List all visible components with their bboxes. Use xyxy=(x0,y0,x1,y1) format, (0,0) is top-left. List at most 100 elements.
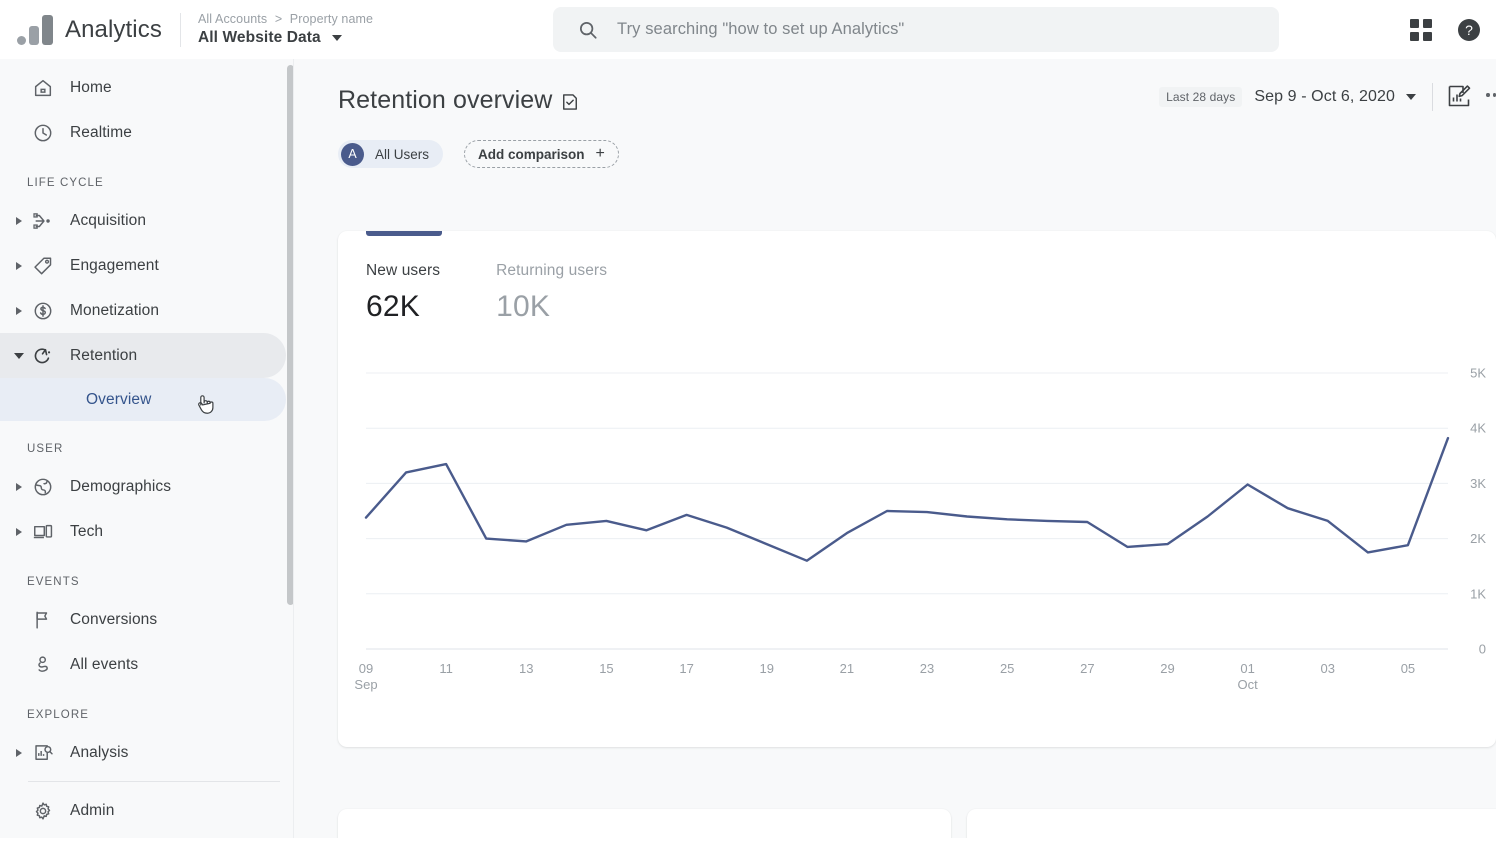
sidebar-item-retention[interactable]: Retention xyxy=(0,333,286,378)
date-range-badge: Last 28 days xyxy=(1159,87,1243,107)
sidebar-item-retention-overview[interactable]: Overview xyxy=(0,378,286,421)
sidebar-item-tech[interactable]: Tech xyxy=(0,509,286,554)
sidebar-item-label: Conversions xyxy=(70,610,158,628)
x-axis-tick-label: Oct xyxy=(1238,677,1259,692)
document-check-icon[interactable] xyxy=(560,92,580,112)
devices-icon xyxy=(31,520,55,544)
sidebar-divider xyxy=(28,781,280,782)
page-title: Retention overview xyxy=(338,86,553,114)
metric-tab-new-users[interactable]: New users 62K xyxy=(366,262,440,324)
comparison-chip-row: A All Users Add comparison + xyxy=(338,140,619,168)
breadcrumb-property: Property name xyxy=(289,12,374,26)
comparison-chip-label: All Users xyxy=(375,146,430,162)
mouse-cursor xyxy=(198,395,214,414)
main-content: Retention overview A All Users Add compa… xyxy=(294,59,1496,842)
line-chart-plot[interactable]: 0 1K 2K 3K 4K 5K 09Sep 11 13 15 17 19 21 23 25 27 29 01Oc… xyxy=(338,351,1496,747)
account-selector[interactable]: All Accounts > Property name All Website… xyxy=(198,12,373,47)
y-axis-tick-label: 3K xyxy=(1470,476,1486,491)
analytics-app: Analytics All Accounts > Property name A… xyxy=(0,0,1496,842)
x-axis-tick-label: 29 xyxy=(1160,661,1174,676)
sidebar-item-analysis[interactable]: Analysis xyxy=(0,730,286,775)
sidebar-item-label: Acquisition xyxy=(70,211,147,229)
sidebar-item-admin[interactable]: Admin xyxy=(0,788,286,833)
chevron-down-icon[interactable] xyxy=(331,35,342,41)
sidebar-item-label: Analysis xyxy=(70,743,129,761)
x-axis-tick-label: 13 xyxy=(519,661,533,676)
brand-title: Analytics xyxy=(65,15,162,43)
metric-value: 62K xyxy=(366,290,420,323)
comparison-chip-all-users[interactable]: A All Users xyxy=(338,140,444,168)
x-axis-tick-label: 09 xyxy=(359,661,373,676)
sidebar-item-all-events[interactable]: All events xyxy=(0,642,286,687)
chevron-right-icon[interactable] xyxy=(16,482,22,491)
property-selector-label: All Website Data xyxy=(197,29,321,46)
chevron-right-icon[interactable] xyxy=(16,748,22,757)
add-comparison-label: Add comparison xyxy=(478,146,585,162)
sidebar-section-explore: EXPLORE xyxy=(27,709,90,721)
sidebar-item-home[interactable]: Home xyxy=(0,65,286,110)
breadcrumb-account: All Accounts xyxy=(197,12,268,26)
date-range-picker[interactable]: Last 28 days Sep 9 - Oct 6, 2020 xyxy=(1159,87,1416,107)
search-input[interactable] xyxy=(617,20,1237,39)
sidebar-item-label: Admin xyxy=(70,801,115,819)
sidebar-section-user: USER xyxy=(27,443,64,455)
sidebar-item-acquisition[interactable]: Acquisition xyxy=(0,198,286,243)
active-metric-indicator xyxy=(366,231,442,236)
y-axis-tick-label: 2K xyxy=(1470,531,1486,546)
chevron-right-icon[interactable] xyxy=(16,216,22,225)
sidebar-item-engagement[interactable]: Engagement xyxy=(0,243,286,288)
sidebar-item-label: Engagement xyxy=(70,256,159,274)
add-comparison-button[interactable]: Add comparison + xyxy=(464,140,619,168)
metric-value: 10K xyxy=(496,290,551,323)
sidebar-item-label: Demographics xyxy=(70,477,172,495)
help-circle-icon[interactable]: ? xyxy=(1457,18,1481,42)
sidebar-item-label: All events xyxy=(70,655,139,673)
chevron-right-icon[interactable] xyxy=(16,261,22,270)
edit-chart-icon[interactable] xyxy=(1446,83,1472,109)
chevron-right-icon[interactable] xyxy=(16,527,22,536)
y-axis-tick-label: 0 xyxy=(1479,642,1486,657)
sidebar-item-label: Retention xyxy=(70,346,138,364)
x-axis-tick-label: 01 xyxy=(1240,661,1254,676)
search-icon xyxy=(579,21,597,39)
viewport-bottom-edge xyxy=(0,838,1496,842)
sidebar-item-demographics[interactable]: Demographics xyxy=(0,464,286,509)
acquisition-branch-icon xyxy=(31,209,55,233)
sidebar: Home Realtime LIFE CYCLE Acquisition Eng… xyxy=(0,59,294,842)
chevron-down-icon[interactable] xyxy=(1406,94,1416,100)
home-icon xyxy=(31,76,55,100)
analytics-bars-logo xyxy=(17,14,53,45)
avatar: A xyxy=(341,142,364,166)
new-users-chart-card: New users 62K Returning users 10K 0 1K 2K 3… xyxy=(338,231,1496,747)
x-axis-tick-label: 03 xyxy=(1321,661,1335,676)
sidebar-item-label: Tech xyxy=(70,522,104,540)
y-axis-tick-label: 1K xyxy=(1470,586,1486,601)
more-options-icon[interactable] xyxy=(1486,93,1496,99)
sidebar-item-conversions[interactable]: Conversions xyxy=(0,597,286,642)
plus-icon: + xyxy=(595,145,605,162)
y-axis-tick-label: 5K xyxy=(1470,366,1486,381)
y-axis-tick-label: 4K xyxy=(1470,421,1486,436)
x-axis-tick-label: 15 xyxy=(599,661,613,676)
svg-text:?: ? xyxy=(1465,22,1473,38)
metric-label: Returning users xyxy=(496,262,608,279)
apps-grid-icon[interactable] xyxy=(1410,19,1432,41)
chevron-down-icon[interactable] xyxy=(14,352,24,359)
tag-icon xyxy=(31,254,55,278)
sidebar-item-label: Home xyxy=(70,78,112,96)
sidebar-item-label: Monetization xyxy=(70,301,160,319)
chevron-right-icon[interactable] xyxy=(16,306,22,315)
dollar-circle-icon xyxy=(31,299,55,323)
x-axis-tick-label: 11 xyxy=(439,661,453,676)
x-axis-tick-label: 25 xyxy=(1000,661,1014,676)
sidebar-item-monetization[interactable]: Monetization xyxy=(0,288,286,333)
sidebar-item-realtime[interactable]: Realtime xyxy=(0,110,286,155)
metric-tab-returning-users[interactable]: Returning users 10K xyxy=(496,262,607,324)
events-tap-icon xyxy=(31,653,55,677)
globe-icon xyxy=(31,475,55,499)
breadcrumb: All Accounts > Property name xyxy=(198,12,373,26)
search-bar[interactable] xyxy=(553,7,1279,52)
retention-arrow-icon xyxy=(31,344,55,368)
breadcrumb-separator: > xyxy=(274,12,283,26)
x-axis-tick-label: Sep xyxy=(354,677,377,692)
